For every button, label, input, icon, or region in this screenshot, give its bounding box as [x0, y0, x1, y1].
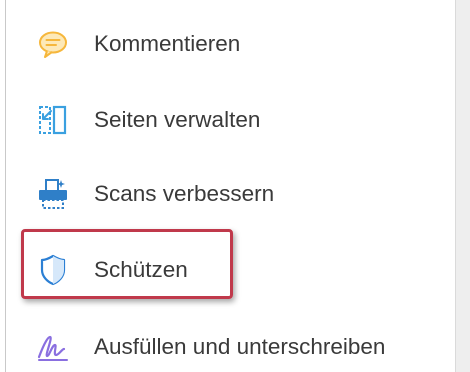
protect-highlight-frame [21, 229, 233, 299]
organize-pages-icon [36, 103, 70, 137]
comment-icon [36, 27, 70, 61]
tool-label-enhance-scans: Scans verbessern [94, 181, 275, 206]
scan-icon [36, 177, 70, 211]
tool-item-comment[interactable]: Kommentieren [36, 24, 240, 64]
tool-label-comment: Kommentieren [94, 31, 241, 56]
tool-label-organize-pages: Seiten verwalten [94, 107, 261, 132]
tool-item-organize-pages[interactable]: Seiten verwalten [36, 100, 260, 140]
scrollbar-track[interactable] [455, 0, 470, 372]
tools-panel: Kommentieren Seiten verwalten Scans verb… [0, 0, 455, 372]
tool-item-enhance-scans[interactable]: Scans verbessern [36, 174, 274, 214]
panel-left-border [5, 0, 6, 372]
signature-icon [36, 330, 70, 364]
tool-label-fill-sign: Ausfüllen und unterschreiben [94, 334, 386, 359]
tool-item-fill-sign[interactable]: Ausfüllen und unterschreiben [36, 327, 385, 367]
